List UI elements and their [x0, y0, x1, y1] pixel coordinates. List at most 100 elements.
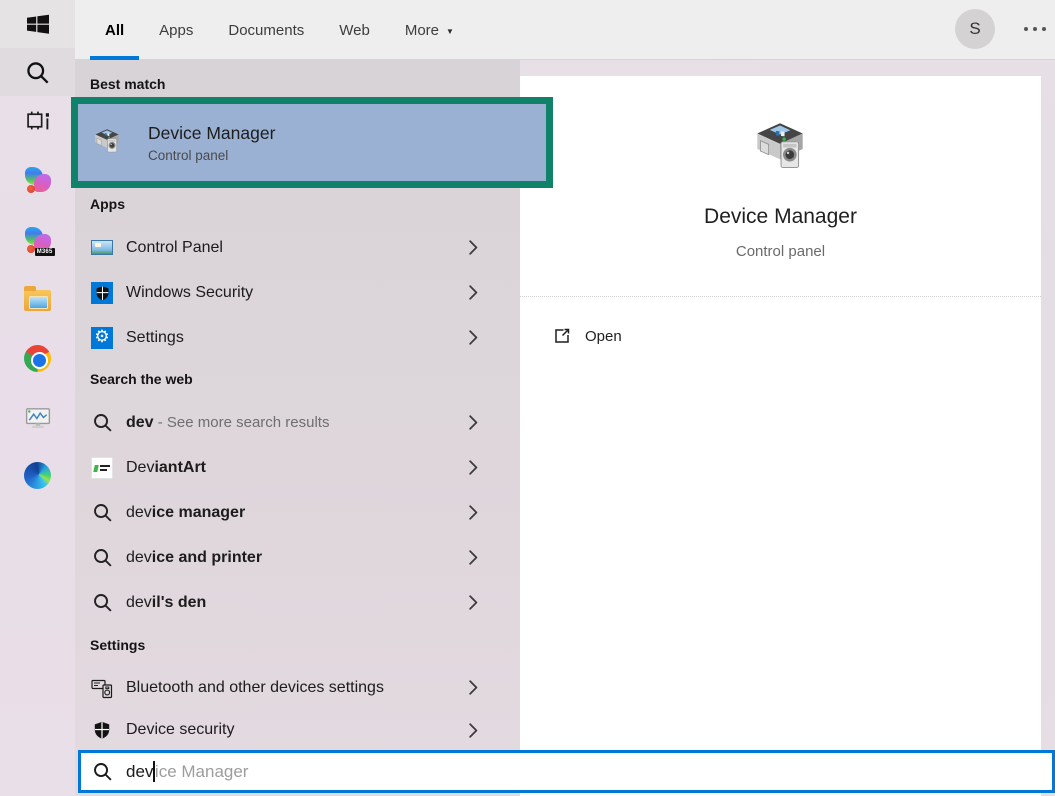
query-text: dev: [126, 504, 152, 521]
performance-monitor-button[interactable]: [0, 394, 75, 442]
best-match-text: Device Manager Control panel: [148, 123, 275, 163]
chevron-right-icon: [469, 240, 478, 255]
tab-documents-label: Documents: [228, 22, 304, 39]
dropdown-arrow-icon: ▼: [446, 27, 454, 36]
chrome-button[interactable]: [0, 334, 75, 382]
search-icon: [91, 502, 113, 524]
typed-query: dev: [126, 762, 153, 782]
see-more-text: - See more search results: [154, 414, 330, 431]
m365-badge: M365: [35, 248, 55, 256]
tab-more[interactable]: More ▼: [390, 0, 469, 60]
preview-panel: [520, 76, 1041, 796]
query-text: dev: [126, 414, 154, 431]
best-match-item[interactable]: Device Manager Control panel: [71, 97, 553, 188]
row-label: Windows Security: [126, 284, 253, 302]
search-icon: [91, 592, 113, 614]
device-manager-icon-large: [747, 117, 813, 183]
suggestion-text: il's den: [152, 594, 206, 611]
query-text: Dev: [126, 459, 154, 476]
preview-title: Device Manager: [520, 205, 1041, 229]
control-panel-icon: [91, 237, 113, 259]
tab-apps[interactable]: Apps: [144, 0, 208, 60]
settings-row-device-security[interactable]: Device security: [80, 709, 520, 751]
filter-tabs: All Apps Documents Web More ▼: [90, 0, 474, 60]
copilot-button[interactable]: [0, 156, 75, 204]
chevron-right-icon: [469, 505, 478, 520]
tab-web-label: Web: [339, 22, 370, 39]
web-row-device-and-printer[interactable]: device and printer: [80, 535, 520, 580]
taskbar: M365: [0, 0, 75, 796]
m365-copilot-icon: M365: [25, 227, 51, 253]
chevron-right-icon: [469, 460, 478, 475]
row-label: Control Panel: [126, 239, 223, 257]
best-match-title: Device Manager: [148, 123, 275, 144]
open-label: Open: [585, 328, 622, 345]
search-the-web-header: Search the web: [90, 371, 193, 387]
best-match-subtitle: Control panel: [148, 148, 275, 163]
tab-more-label: More: [405, 22, 439, 39]
start-button[interactable]: [0, 0, 75, 48]
edge-icon: [24, 462, 51, 489]
settings-icon: [91, 327, 113, 349]
apps-header: Apps: [90, 196, 125, 212]
copilot-icon: [25, 167, 51, 193]
bluetooth-devices-icon: [91, 677, 113, 699]
file-explorer-button[interactable]: [0, 276, 75, 324]
edge-button[interactable]: [0, 451, 75, 499]
deviantart-icon: [91, 457, 113, 479]
suggestion-text: ice and printer: [152, 549, 262, 566]
chevron-right-icon: [469, 550, 478, 565]
chevron-right-icon: [469, 330, 478, 345]
tab-all[interactable]: All: [90, 0, 139, 60]
more-options-icon[interactable]: [1024, 27, 1028, 31]
chevron-right-icon: [469, 595, 478, 610]
windows-security-icon: [91, 282, 113, 304]
search-icon: [91, 547, 113, 569]
query-text: dev: [126, 594, 152, 611]
search-icon: [26, 61, 49, 84]
tab-web[interactable]: Web: [324, 0, 385, 60]
chevron-right-icon: [469, 285, 478, 300]
task-view-icon: [26, 110, 50, 131]
row-label: Device security: [126, 721, 234, 739]
chevron-right-icon: [469, 723, 478, 738]
chevron-right-icon: [469, 415, 478, 430]
file-explorer-icon: [24, 290, 51, 311]
device-security-icon: [91, 719, 113, 741]
web-row-devils-den[interactable]: devil's den: [80, 580, 520, 625]
task-view-button[interactable]: [0, 96, 75, 144]
tab-apps-label: Apps: [159, 22, 193, 39]
open-action[interactable]: Open: [553, 322, 622, 350]
app-row-windows-security[interactable]: Windows Security: [80, 270, 520, 315]
search-icon: [93, 762, 112, 781]
chrome-icon: [24, 345, 51, 372]
row-label: Settings: [126, 329, 184, 347]
settings-header: Settings: [90, 637, 145, 653]
preview-subtitle: Control panel: [520, 243, 1041, 260]
web-row-see-more[interactable]: dev - See more search results: [80, 400, 520, 445]
device-manager-icon: [90, 126, 124, 160]
windows-logo-icon: [27, 13, 49, 35]
open-icon: [553, 327, 571, 345]
avatar-letter: S: [969, 19, 980, 39]
suggestion-text: iantArt: [154, 459, 206, 476]
tab-documents[interactable]: Documents: [213, 0, 319, 60]
search-input[interactable]: dev ice Manager: [78, 750, 1055, 793]
performance-monitor-icon: [25, 407, 51, 429]
account-avatar[interactable]: S: [955, 9, 995, 49]
app-row-control-panel[interactable]: Control Panel: [80, 225, 520, 270]
taskbar-search-button[interactable]: [0, 48, 75, 96]
query-text: dev: [126, 549, 152, 566]
web-row-deviantart[interactable]: DeviantArt: [80, 445, 520, 490]
chevron-right-icon: [469, 680, 478, 695]
suggestion-text: ice manager: [152, 504, 245, 521]
m365-copilot-button[interactable]: M365: [0, 216, 75, 264]
tab-all-label: All: [105, 22, 124, 39]
autocomplete-suggestion: ice Manager: [155, 762, 249, 782]
search-filter-bar: All Apps Documents Web More ▼ S: [75, 0, 1055, 60]
app-row-settings[interactable]: Settings: [80, 315, 520, 360]
row-label: Bluetooth and other devices settings: [126, 679, 384, 697]
web-row-device-manager[interactable]: device manager: [80, 490, 520, 535]
settings-row-bluetooth[interactable]: Bluetooth and other devices settings: [80, 665, 520, 710]
best-match-header: Best match: [90, 76, 165, 92]
